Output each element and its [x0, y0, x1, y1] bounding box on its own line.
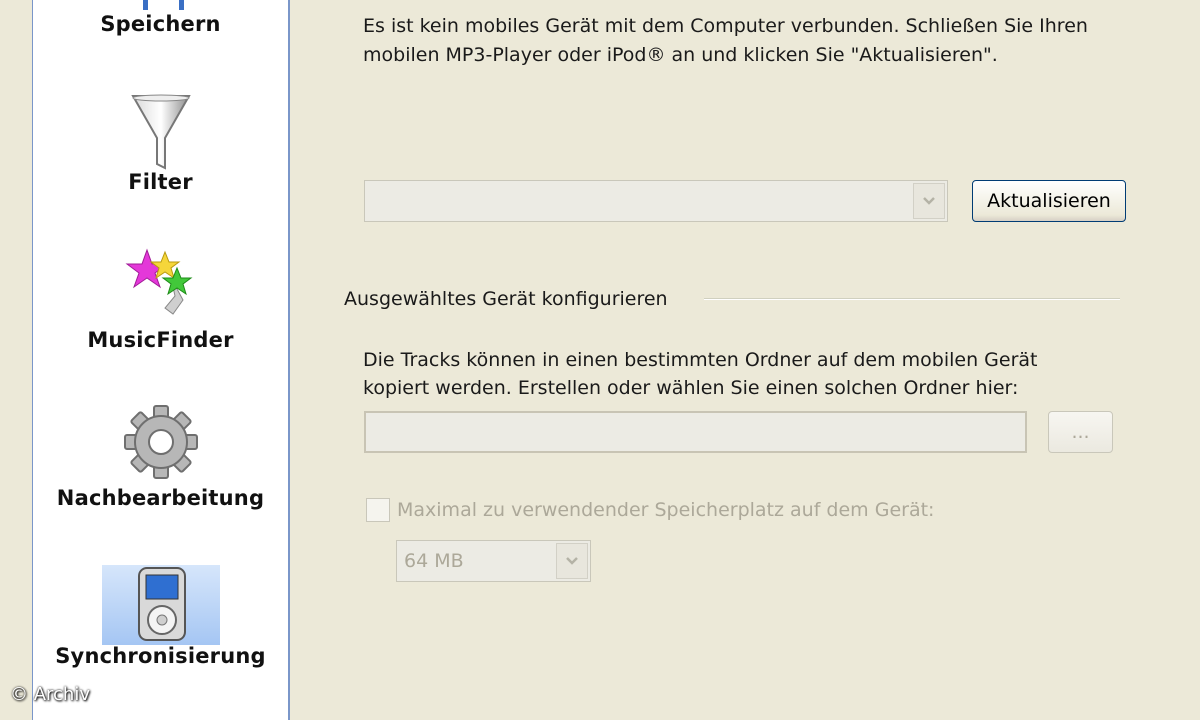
mp3-player-icon — [138, 567, 186, 641]
folder-text-line2: kopiert werden. Erstellen oder wählen Si… — [363, 377, 1019, 399]
stars-icon — [125, 248, 193, 315]
sidebar-nav: Speichern Filter MusicFinder Nachbearbei… — [32, 0, 290, 720]
max-storage-label: Maximal zu verwendender Speicherplatz au… — [397, 499, 935, 521]
max-storage-checkbox[interactable] — [366, 498, 390, 522]
sidebar-item-label: MusicFinder — [87, 328, 234, 352]
chevron-down-icon — [923, 197, 935, 205]
config-group-title: Ausgewähltes Gerät konfigurieren — [344, 288, 668, 310]
info-text-line1: Es ist kein mobiles Gerät mit dem Comput… — [363, 15, 1088, 37]
watermark: © Archiv — [10, 684, 90, 705]
sidebar-item-label: Nachbearbeitung — [56, 486, 265, 510]
save-icon — [143, 0, 184, 10]
browse-folder-button[interactable]: ... — [1048, 411, 1113, 453]
group-divider — [704, 298, 1120, 300]
info-text-line2: mobilen MP3-Player oder iPod® an und kli… — [363, 44, 998, 66]
storage-size-value: 64 MB — [404, 550, 464, 572]
refresh-button[interactable]: Aktualisieren — [972, 180, 1126, 222]
storage-size-select[interactable]: 64 MB — [396, 540, 591, 582]
folder-input[interactable] — [364, 411, 1027, 453]
device-select[interactable] — [364, 180, 948, 222]
sidebar-item-label: Filter — [128, 170, 193, 194]
folder-text-line1: Die Tracks können in einen bestimmten Or… — [363, 349, 1038, 371]
device-select-dropdown-button[interactable] — [913, 183, 945, 219]
sidebar-item-label: Synchronisierung — [55, 644, 266, 668]
funnel-icon — [131, 94, 191, 170]
gear-icon — [124, 405, 198, 479]
storage-size-dropdown-button[interactable] — [556, 543, 588, 579]
sidebar-item-label: Speichern — [100, 12, 221, 36]
chevron-down-icon — [566, 557, 578, 565]
